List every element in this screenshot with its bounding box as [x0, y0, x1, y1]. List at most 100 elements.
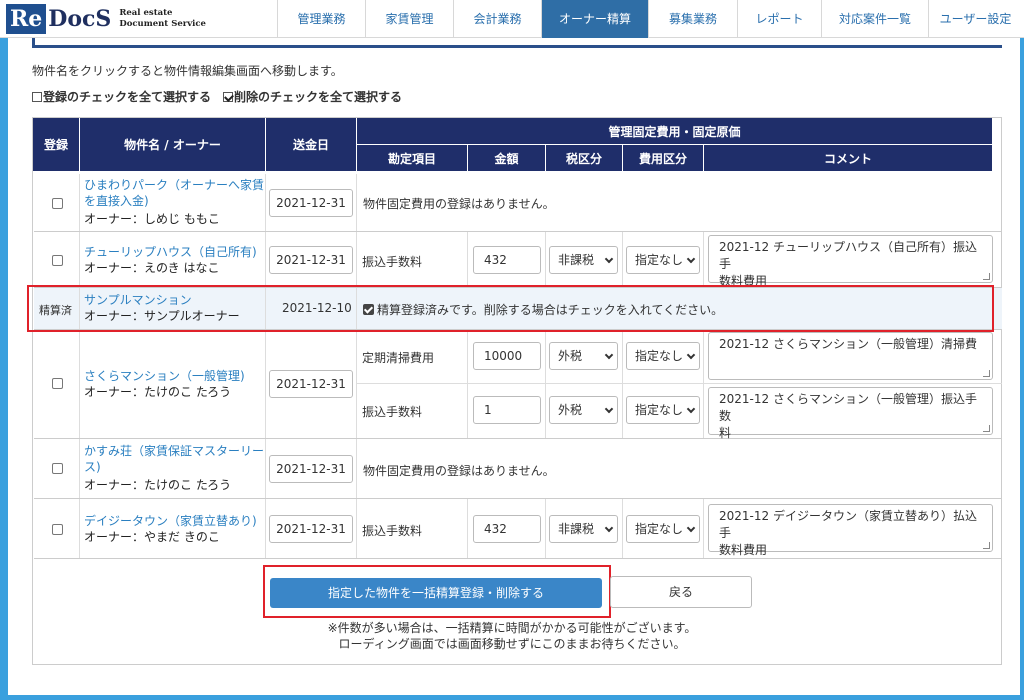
check-all-delete-checkbox[interactable]: [223, 91, 234, 102]
check-all-row: 登録のチェックを全て選択する 削除のチェックを全て選択する: [32, 88, 402, 105]
nav-tab-accounting[interactable]: 会計業務: [453, 0, 541, 38]
nav-tab-user-settings[interactable]: ユーザー設定: [928, 0, 1022, 38]
account-item: 振込手数料: [362, 524, 423, 538]
comment-textarea[interactable]: 2021-12 デイジータウン（家賃立替あり）払込手 数料費用: [708, 504, 993, 557]
amount-input[interactable]: 432: [473, 246, 541, 274]
resize-grip-icon[interactable]: [983, 542, 990, 549]
comment-line2: 料: [719, 426, 732, 440]
nav-tab-cases[interactable]: 対応案件一覧: [821, 0, 928, 38]
comment-line1: 2021-12 チューリップハウス（自己所有）振込手: [719, 240, 977, 271]
tax-select[interactable]: 外税: [549, 396, 618, 424]
redocs-logo[interactable]: Re DocS Real estate Document Service: [6, 4, 206, 34]
nav-tab-report[interactable]: レポート: [737, 0, 821, 38]
property-name-link[interactable]: チューリップハウス（自己所有): [84, 244, 257, 260]
amount-input[interactable]: 1: [473, 396, 541, 424]
cost-select[interactable]: 指定なし: [626, 246, 700, 274]
tax-cell: 外税: [546, 330, 623, 383]
comment-textarea[interactable]: 2021-12 さくらマンション（一般管理）振込手数料: [708, 387, 993, 440]
chevron-down-icon: [686, 254, 696, 264]
property-name-link[interactable]: ひまわりパーク（オーナーへ家賃 を直接入金): [84, 177, 264, 209]
property-cell: かすみ荘（家賃保証マスターリー ス) オーナー：たけのこ たろう: [80, 439, 266, 498]
register-checkbox[interactable]: [52, 378, 63, 389]
comment-textarea[interactable]: 2021-12 さくらマンション（一般管理）清掃費: [708, 332, 993, 380]
table-row: デイジータウン（家賃立替あり) オーナー：やまだ きのこ 2021-12-31 …: [34, 499, 1002, 559]
tax-select[interactable]: 非課税: [549, 246, 618, 274]
date-cell: 2021-12-31: [266, 232, 357, 287]
amount-cell: 432: [468, 499, 546, 558]
property-name-link[interactable]: さくらマンション（一般管理): [84, 368, 245, 384]
tax-cell: 非課税: [546, 499, 623, 558]
register-cell: [34, 232, 80, 287]
bulk-settle-button[interactable]: 指定した物件を一括精算登録・削除する: [270, 578, 602, 608]
cost-cell: 指定なし: [623, 330, 704, 383]
logo-re: Re: [6, 4, 47, 34]
logo-subtitle: Real estate Document Service: [119, 8, 206, 30]
comment-textarea[interactable]: 2021-12 チューリップハウス（自己所有）振込手 数料費用: [708, 235, 993, 288]
table-row: さくらマンション（一般管理) オーナー：たけのこ たろう 2021-12-31 …: [34, 330, 1002, 440]
top-header: Re DocS Real estate Document Service 管理業…: [0, 0, 1024, 38]
back-button[interactable]: 戻る: [610, 576, 752, 608]
property-cell: チューリップハウス（自己所有) オーナー：えのき はなこ: [80, 232, 266, 287]
property-cell: さくらマンション（一般管理) オーナー：たけのこ たろう: [80, 330, 266, 438]
header-register: 登録: [33, 118, 80, 172]
owner-name: オーナー：たけのこ たろう: [84, 385, 232, 399]
owner-name: オーナー：しめじ ももこ: [84, 212, 220, 226]
resize-grip-icon[interactable]: [983, 273, 990, 280]
property-name-line1: ひまわりパーク（オーナーへ家賃: [84, 178, 265, 192]
send-date-input[interactable]: 2021-12-31: [269, 189, 353, 217]
no-fixed-cost-message: 物件固定費用の登録はありません。: [363, 464, 555, 478]
cost-select[interactable]: 指定なし: [626, 515, 700, 543]
amount-cell: 1: [468, 384, 546, 438]
nav-tab-rent[interactable]: 家賃管理: [365, 0, 453, 38]
amount-input[interactable]: 10000: [473, 342, 541, 370]
nav-tab-recruitment[interactable]: 募集業務: [648, 0, 737, 38]
date-cell: 2021-12-31: [266, 439, 357, 498]
check-all-register[interactable]: 登録のチェックを全て選択する: [32, 88, 211, 105]
tax-select-value: 非課税: [558, 522, 595, 536]
register-cell: [34, 439, 80, 498]
resize-grip-icon[interactable]: [983, 425, 990, 432]
cost-select[interactable]: 指定なし: [626, 396, 700, 424]
tax-select-value: 非課税: [558, 253, 595, 267]
property-name-line2: を直接入金): [84, 194, 149, 208]
item-cell: 振込手数料: [357, 384, 468, 438]
tax-cell: 非課税: [546, 232, 623, 287]
logo-sub-line1: Real estate: [119, 8, 173, 18]
check-all-delete-label: 削除のチェックを全て選択する: [234, 90, 403, 104]
cost-select-value: 指定なし: [635, 522, 684, 536]
register-checkbox[interactable]: [52, 463, 63, 474]
chevron-down-icon: [686, 404, 696, 414]
info-text: 物件名をクリックすると物件情報編集画面へ移動します。: [32, 64, 343, 78]
chevron-down-icon: [604, 350, 614, 360]
header-fixed-costs: 管理固定費用・固定原価: [357, 118, 993, 145]
send-date-input[interactable]: 2021-12-31: [269, 515, 353, 543]
property-name-link[interactable]: かすみ荘（家賃保証マスターリー ス): [84, 443, 264, 475]
header-tax: 税区分: [546, 145, 623, 172]
send-date-input[interactable]: 2021-12-31: [269, 246, 353, 274]
send-date-input[interactable]: 2021-12-31: [269, 370, 353, 398]
header-amount: 金額: [468, 145, 546, 172]
nav-tab-owner-settlement[interactable]: オーナー精算: [541, 0, 648, 38]
amount-input[interactable]: 432: [473, 515, 541, 543]
cost-cell: 指定なし: [623, 384, 704, 438]
register-checkbox[interactable]: [52, 255, 63, 266]
nav-tab-management[interactable]: 管理業務: [277, 0, 365, 38]
cost-select[interactable]: 指定なし: [626, 342, 700, 370]
check-all-delete[interactable]: 削除のチェックを全て選択する: [223, 88, 402, 105]
register-checkbox[interactable]: [52, 198, 63, 209]
no-fixed-cost-message: 物件固定費用の登録はありません。: [363, 197, 555, 211]
note-line2: ローディング画面では画面移動せずにこのままお待ちください。: [338, 637, 686, 651]
register-checkbox[interactable]: [52, 524, 63, 535]
tax-select[interactable]: 外税: [549, 342, 618, 370]
check-all-register-label: 登録のチェックを全て選択する: [43, 90, 212, 104]
property-name-line2: ス): [84, 460, 101, 474]
send-date-input[interactable]: 2021-12-31: [269, 455, 353, 483]
check-all-register-checkbox[interactable]: [32, 91, 42, 102]
logo-docs: DocS: [48, 6, 112, 32]
property-name-link[interactable]: デイジータウン（家賃立替あり): [84, 513, 257, 529]
table-row: ひまわりパーク（オーナーへ家賃 を直接入金) オーナー：しめじ ももこ 2021-…: [34, 174, 1002, 232]
tax-select[interactable]: 非課税: [549, 515, 618, 543]
property-cell: ひまわりパーク（オーナーへ家賃 を直接入金) オーナー：しめじ ももこ: [80, 174, 266, 231]
register-cell: [34, 174, 80, 231]
resize-grip-icon[interactable]: [983, 370, 990, 377]
